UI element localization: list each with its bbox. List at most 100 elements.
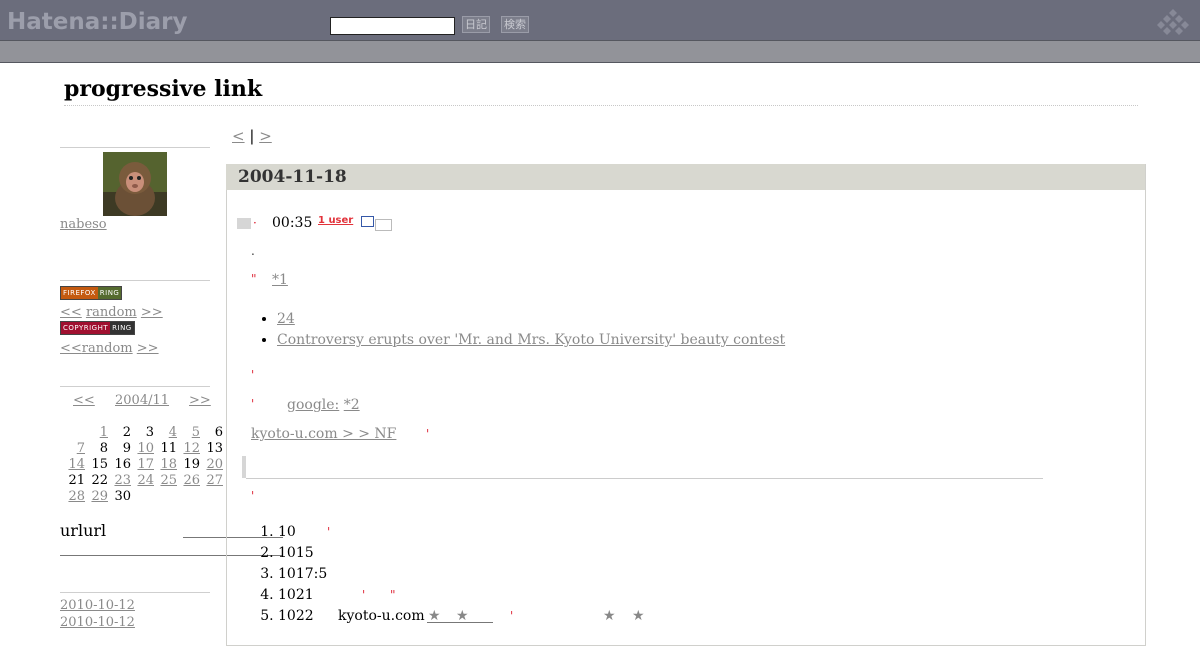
- profile-username-link[interactable]: nabeso: [60, 217, 107, 232]
- title-divider: [64, 105, 1138, 106]
- calendar-day[interactable]: 29: [85, 488, 108, 504]
- calendar-week: 14 15 16 17 18 19 20: [62, 456, 223, 472]
- copyright-ring-badge[interactable]: COPYRIGHT RING: [60, 321, 135, 335]
- calendar-day[interactable]: 14: [62, 456, 85, 472]
- comment-icon[interactable]: [361, 216, 374, 227]
- calendar-day: [177, 488, 200, 504]
- star-icon[interactable]: ★: [632, 608, 645, 624]
- search-button[interactable]: 検索: [501, 16, 529, 33]
- calendar-day-number: 15: [91, 456, 108, 472]
- ring-random-link[interactable]: random: [82, 341, 133, 356]
- calendar-day[interactable]: 20: [200, 456, 223, 472]
- calendar-day[interactable]: 5: [177, 424, 200, 440]
- calendar-day-link[interactable]: 25: [160, 473, 177, 488]
- calendar-day: 22: [85, 472, 108, 488]
- bookmark-users-badge[interactable]: 1 user: [318, 215, 353, 226]
- calendar-month-link[interactable]: 2004/11: [115, 393, 169, 408]
- calendar-day-link[interactable]: 24: [137, 473, 154, 488]
- calendar-day-link[interactable]: 17: [137, 457, 154, 472]
- diary-button[interactable]: 日記: [462, 16, 490, 33]
- calendar-day[interactable]: 23: [108, 472, 131, 488]
- star-icon[interactable]: ★: [428, 608, 441, 624]
- star-icon[interactable]: ★: [603, 608, 616, 624]
- monkey-avatar-icon[interactable]: [103, 152, 167, 216]
- google-link[interactable]: google:: [287, 397, 339, 413]
- calendar-day-number: 3: [145, 424, 154, 440]
- calendar-day-link[interactable]: 12: [183, 441, 200, 456]
- calendar-day[interactable]: 24: [131, 472, 154, 488]
- recent-entry-link[interactable]: 2010-10-12: [60, 615, 135, 630]
- list-item: 1017:5: [278, 564, 327, 585]
- calendar-day-link[interactable]: 1: [100, 425, 108, 440]
- footnote-link[interactable]: *1: [272, 272, 288, 288]
- calendar-next-link[interactable]: >>: [189, 393, 211, 408]
- calendar-prev-link[interactable]: <<: [73, 393, 95, 408]
- calendar-day[interactable]: 7: [62, 440, 85, 456]
- hatena-mark-icon[interactable]: [1150, 7, 1196, 37]
- sidebar-section-title: urlurl: [60, 521, 107, 540]
- hatena-diary-logo[interactable]: Hatena::Diary: [7, 9, 188, 35]
- calendar-day-link[interactable]: 5: [192, 425, 200, 440]
- day-header: [226, 164, 1145, 190]
- calendar-day-number: 21: [68, 472, 85, 488]
- list-item: 1015: [278, 543, 327, 564]
- calendar-day-link[interactable]: 18: [160, 457, 177, 472]
- list-item: Controversy erupts over 'Mr. and Mrs. Ky…: [277, 330, 785, 351]
- star-icon[interactable]: ★: [456, 608, 469, 624]
- calendar-week: 7 8 9 10 11 12 13: [62, 440, 223, 456]
- calendar-day-number: 22: [91, 472, 108, 488]
- red-mark: ": [251, 272, 257, 286]
- kyoto-u-link[interactable]: kyoto-u.com > > NF: [251, 426, 396, 442]
- calendar-day[interactable]: 10: [131, 440, 154, 456]
- calendar-day-number: 2: [122, 424, 131, 440]
- calendar-day[interactable]: 27: [200, 472, 223, 488]
- calendar-day-link[interactable]: 26: [183, 473, 200, 488]
- ring-random-link[interactable]: random: [86, 305, 137, 320]
- ring-next-link[interactable]: >>: [141, 305, 163, 320]
- article-link[interactable]: Controversy erupts over 'Mr. and Mrs. Ky…: [277, 332, 785, 348]
- calendar-day[interactable]: 12: [177, 440, 200, 456]
- calendar-day[interactable]: 1: [85, 424, 108, 440]
- firefox-ring-badge[interactable]: FIREFOX RING: [60, 286, 123, 300]
- pager-next-link[interactable]: >: [259, 127, 272, 145]
- calendar-day: [200, 488, 223, 504]
- section-permalink-icon[interactable]: [237, 218, 251, 229]
- ring-prev-link[interactable]: <<: [60, 305, 82, 320]
- search-input[interactable]: [330, 17, 455, 35]
- red-mark: ': [426, 427, 430, 441]
- calendar-day[interactable]: 18: [154, 456, 177, 472]
- calendar-day-link[interactable]: 23: [114, 473, 131, 488]
- copyright-ring-nav: <<random >>: [60, 341, 159, 356]
- calendar-day[interactable]: 28: [62, 488, 85, 504]
- calendar-day: 2: [108, 424, 131, 440]
- calendar-day[interactable]: 4: [154, 424, 177, 440]
- calendar-day-link[interactable]: 7: [77, 441, 85, 456]
- calendar-day-link[interactable]: 27: [206, 473, 223, 488]
- calendar-day: 13: [200, 440, 223, 456]
- calendar-day-link[interactable]: 10: [137, 441, 154, 456]
- red-mark: ': [510, 609, 514, 623]
- kyoto-u-inline-link[interactable]: kyoto-u.com: [338, 608, 425, 624]
- calendar-day: 6: [200, 424, 223, 440]
- calendar-day-link[interactable]: 4: [169, 425, 177, 440]
- calendar-day-link[interactable]: 14: [68, 457, 85, 472]
- calendar-day[interactable]: 26: [177, 472, 200, 488]
- blog-title[interactable]: progressive link: [64, 76, 262, 102]
- add-bookmark-icon[interactable]: [375, 219, 392, 231]
- footnote-link[interactable]: *2: [344, 397, 360, 413]
- recent-entry-link[interactable]: 2010-10-12: [60, 598, 135, 613]
- day-date[interactable]: 2004-11-18: [238, 167, 347, 187]
- red-mark: ': [327, 525, 331, 539]
- ring-next-link[interactable]: >>: [137, 341, 159, 356]
- pager: < | >: [232, 127, 272, 145]
- calendar-day-link[interactable]: 29: [91, 489, 108, 504]
- keyword-link[interactable]: 24: [277, 311, 295, 327]
- ring-prev-link[interactable]: <<: [60, 341, 82, 356]
- pager-separator: |: [249, 127, 255, 145]
- pager-prev-link[interactable]: <: [232, 127, 245, 145]
- calendar-day: [131, 488, 154, 504]
- calendar-day-link[interactable]: 20: [206, 457, 223, 472]
- calendar-day[interactable]: 25: [154, 472, 177, 488]
- calendar-day-link[interactable]: 28: [68, 489, 85, 504]
- calendar-day[interactable]: 17: [131, 456, 154, 472]
